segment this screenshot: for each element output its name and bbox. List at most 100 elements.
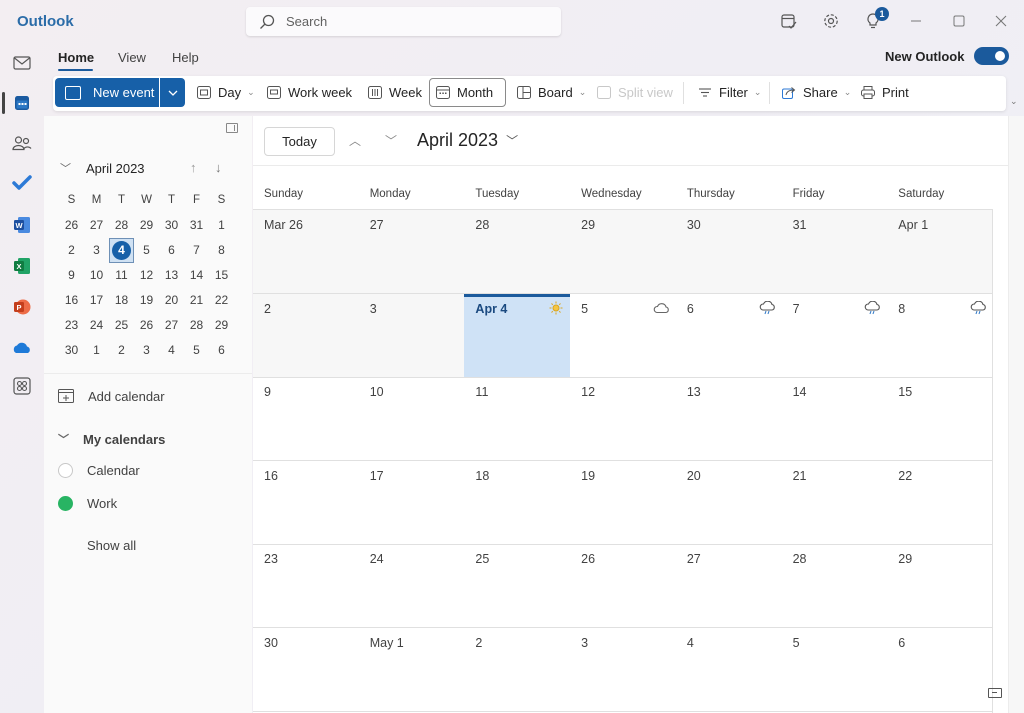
new-outlook-toggle[interactable] <box>974 47 1009 65</box>
todo-icon[interactable] <box>11 172 33 194</box>
calendar-day-cell[interactable]: 23 <box>253 544 359 627</box>
more-apps-icon[interactable] <box>11 375 33 397</box>
week-view-button[interactable]: Week <box>362 78 428 107</box>
calendar-checkbox[interactable] <box>58 462 73 478</box>
mini-calendar-day[interactable]: 2 <box>109 338 134 363</box>
calendar-day-cell[interactable]: 21 <box>782 461 888 544</box>
calendar-day-cell[interactable]: 27 <box>358 210 465 293</box>
onedrive-icon[interactable] <box>11 337 33 359</box>
calendar-day-cell[interactable]: 6 <box>887 628 993 711</box>
calendar-day-cell[interactable]: 6 <box>676 294 782 377</box>
new-event-button[interactable]: New event <box>55 78 159 107</box>
calendar-day-cell[interactable]: 27 <box>676 544 782 627</box>
mail-icon[interactable] <box>11 52 33 74</box>
mini-calendar-day[interactable]: 1 <box>209 213 234 238</box>
mini-calendar-day[interactable]: 20 <box>159 288 184 313</box>
calendar-day-cell[interactable]: 2 <box>464 628 570 711</box>
mini-calendar-day[interactable]: 4 <box>159 338 184 363</box>
show-all-link[interactable]: Show all <box>87 538 136 553</box>
mini-calendar-day[interactable]: 30 <box>159 213 184 238</box>
mini-calendar-day[interactable]: 9 <box>59 263 84 288</box>
new-event-dropdown[interactable] <box>160 78 185 107</box>
calendar-day-cell[interactable]: 25 <box>464 544 570 627</box>
reading-pane-toggle-icon[interactable] <box>988 688 1002 698</box>
mini-calendar-day[interactable]: 19 <box>134 288 159 313</box>
mini-calendar-day[interactable]: 25 <box>109 313 134 338</box>
calendar-day-cell[interactable]: 20 <box>676 461 782 544</box>
calendar-day-cell[interactable]: 28 <box>464 210 571 293</box>
word-icon[interactable]: W <box>11 214 33 236</box>
split-view-button[interactable]: Split view <box>591 78 679 107</box>
minimize-icon[interactable] <box>906 11 926 31</box>
calendar-day-cell[interactable]: 11 <box>464 377 570 460</box>
today-button[interactable]: Today <box>264 127 335 156</box>
mini-calendar-day[interactable]: 26 <box>59 213 84 238</box>
board-view-button[interactable]: Board ⌄ <box>511 78 592 107</box>
mini-calendar-day[interactable]: 28 <box>109 213 134 238</box>
calendar-day-cell[interactable]: 26 <box>570 544 676 627</box>
my-calendars-header[interactable]: ﹀ My calendars <box>58 430 165 448</box>
mini-calendar-day[interactable]: 2 <box>59 238 84 263</box>
mini-calendar-day[interactable]: 5 <box>134 238 159 263</box>
add-calendar-button[interactable]: Add calendar <box>58 386 165 406</box>
mini-calendar-day[interactable]: 8 <box>209 238 234 263</box>
calendar-icon[interactable] <box>11 92 33 114</box>
print-button[interactable]: Print <box>855 78 915 107</box>
calendar-day-cell[interactable]: 29 <box>887 544 993 627</box>
people-icon[interactable] <box>11 132 33 154</box>
mini-calendar-day[interactable]: 6 <box>159 238 184 263</box>
mini-calendar-today[interactable]: 4 <box>109 238 134 263</box>
calendar-day-today[interactable]: Apr 4 <box>464 293 571 377</box>
day-view-button[interactable]: Day ⌄ <box>191 78 261 107</box>
calendar-day-cell[interactable]: May 1 <box>359 628 465 711</box>
mini-calendar-day[interactable]: 29 <box>134 213 159 238</box>
rain-weather-icon[interactable] <box>970 300 988 315</box>
ribbon-expand-icon[interactable]: ⌄ <box>1010 96 1018 107</box>
collapse-pane-icon[interactable] <box>226 123 238 133</box>
calendar-day-cell[interactable]: 2 <box>253 293 359 377</box>
work-week-view-button[interactable]: Work week <box>261 78 358 107</box>
calendar-day-cell[interactable]: 5 <box>570 294 676 377</box>
mini-calendar-day[interactable]: 27 <box>159 313 184 338</box>
chevron-down-icon[interactable]: ﹀ <box>60 160 71 176</box>
calendar-day-cell[interactable]: 9 <box>253 377 359 460</box>
calendar-day-cell[interactable]: 31 <box>781 210 888 293</box>
mini-calendar-day[interactable]: 18 <box>109 288 134 313</box>
previous-month-icon[interactable]: ︿ <box>349 132 361 149</box>
calendar-day-cell[interactable]: 15 <box>887 377 993 460</box>
next-month-icon[interactable]: ﹀ <box>385 132 397 149</box>
calendar-day-cell[interactable]: 30 <box>675 210 782 293</box>
excel-icon[interactable]: X <box>11 255 33 277</box>
calendar-day-cell[interactable]: 8 <box>887 294 993 377</box>
calendar-day-cell[interactable]: 7 <box>782 294 888 377</box>
mini-calendar-day[interactable]: 3 <box>134 338 159 363</box>
calendar-day-cell[interactable]: 18 <box>464 461 570 544</box>
calendar-day-cell[interactable]: 19 <box>570 461 676 544</box>
calendar-day-cell[interactable]: 5 <box>782 628 888 711</box>
rain-weather-icon[interactable] <box>759 300 777 315</box>
mini-calendar-day[interactable]: 28 <box>184 313 209 338</box>
calendar-check-icon[interactable] <box>779 11 799 31</box>
calendar-day-cell[interactable]: 30 <box>253 628 359 711</box>
search-input[interactable]: Search <box>246 7 561 36</box>
mini-calendar-title[interactable]: April 2023 <box>86 161 145 176</box>
calendar-day-cell[interactable]: 16 <box>253 461 359 544</box>
calendar-day-cell[interactable]: 3 <box>358 293 465 377</box>
tab-help[interactable]: Help <box>172 50 199 65</box>
mini-calendar-day[interactable]: 30 <box>59 338 84 363</box>
calendar-day-cell[interactable]: 3 <box>570 628 676 711</box>
mini-calendar-day[interactable]: 10 <box>84 263 109 288</box>
arrow-down-icon[interactable]: ↓ <box>215 160 222 175</box>
arrow-up-icon[interactable]: ↑ <box>190 160 197 175</box>
mini-calendar-day[interactable]: 22 <box>209 288 234 313</box>
calendar-day-cell[interactable]: 24 <box>359 544 465 627</box>
calendar-item-calendar[interactable]: Calendar <box>58 460 140 480</box>
cloudy-weather-icon[interactable] <box>653 301 671 315</box>
mini-calendar-day[interactable]: 1 <box>84 338 109 363</box>
maximize-icon[interactable] <box>949 11 969 31</box>
calendar-day-cell[interactable]: Mar 26 <box>253 210 359 293</box>
mini-calendar-day[interactable]: 5 <box>184 338 209 363</box>
mini-calendar-day[interactable]: 11 <box>109 263 134 288</box>
calendar-day-cell[interactable]: 17 <box>359 461 465 544</box>
calendar-day-cell[interactable]: 10 <box>359 377 465 460</box>
